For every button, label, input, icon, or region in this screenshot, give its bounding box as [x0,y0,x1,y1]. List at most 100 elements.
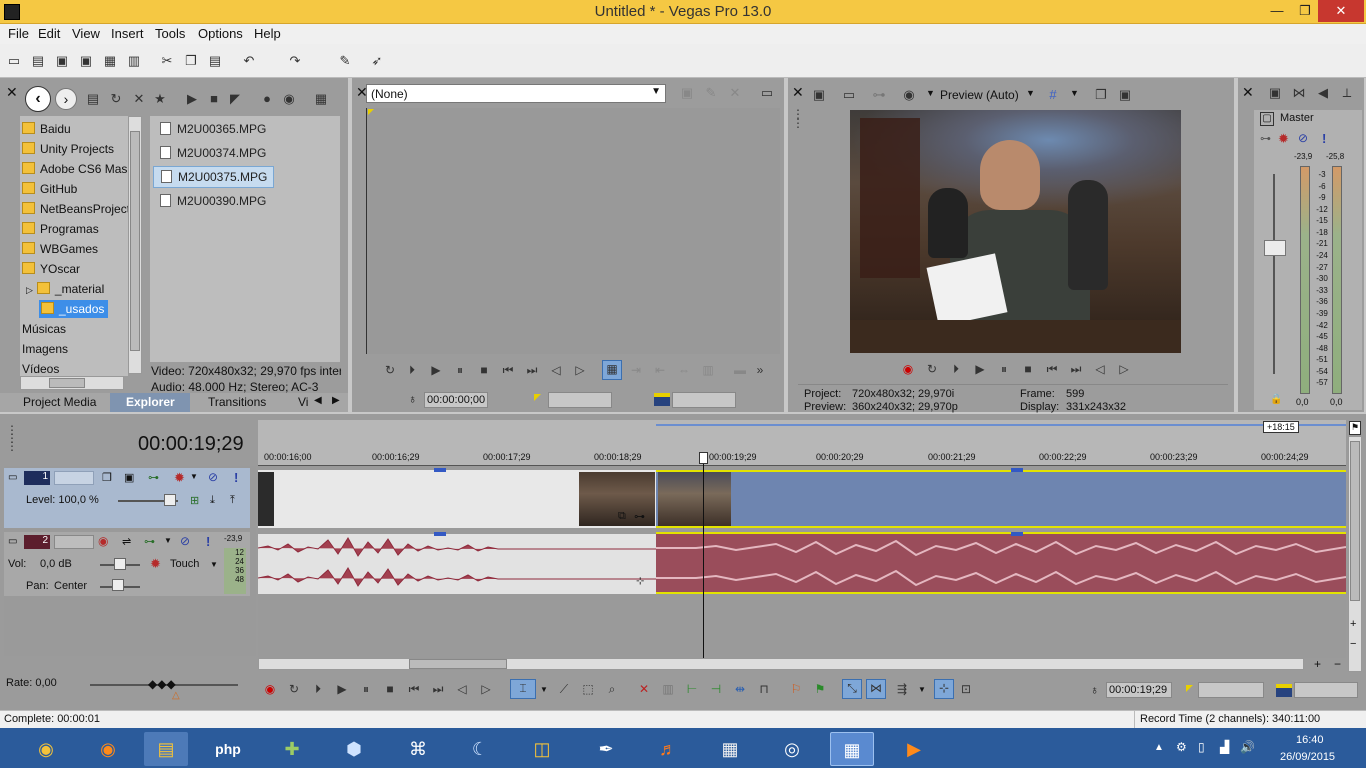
invert-phase-icon[interactable]: ⇌ [122,535,131,548]
previous-frame-icon[interactable]: ◁ [454,681,470,697]
event-envelope-icon[interactable]: ⊹ [636,576,644,587]
tray-volume-icon[interactable]: 🔊 [1240,740,1255,754]
minimize-button[interactable]: — [1262,0,1292,22]
mute-icon[interactable]: ⊘ [208,470,218,484]
folder-item[interactable]: Músicas [22,322,66,336]
make-compositing-child-icon[interactable]: ⤓ [210,494,215,507]
folder-item[interactable]: Vídeos [22,362,59,376]
folder-item[interactable]: WBGames [22,242,98,256]
chrome-taskbar-icon[interactable]: ◉ [24,732,68,766]
chevron-down-icon[interactable]: ▼ [926,88,935,98]
downmix-icon[interactable]: ⋈ [1290,84,1308,102]
folder-item-selected[interactable]: _usados [39,300,109,318]
preview-quality-select[interactable]: Preview (Auto) [940,88,1019,102]
app-taskbar-icon[interactable]: ◫ [520,732,564,766]
play-icon[interactable]: ▶ [183,90,201,108]
tab-scroll-right-icon[interactable]: ▶ [332,395,340,406]
fade-handle[interactable] [434,468,446,472]
preview-properties-icon[interactable]: ▣ [810,86,828,104]
trimmer-mode-icon[interactable]: ▦ [602,360,622,380]
go-to-end-icon[interactable]: ⏭ [1068,361,1084,377]
scrollbar-thumb[interactable] [1350,441,1360,601]
folder-item[interactable]: YOscar [22,262,80,276]
open-icon[interactable]: ▤ [29,52,47,70]
stop-icon[interactable]: ■ [382,681,398,697]
track-name-field[interactable] [54,535,94,549]
automation-mode[interactable]: Touch [170,558,199,570]
close-button[interactable]: ✕ [1318,0,1364,22]
play-from-start-icon[interactable]: ⏵ [404,362,420,378]
trimmer-clear-icon[interactable]: ✕ [726,84,744,102]
mute-icon[interactable]: ⊘ [1298,131,1308,145]
automation-gear-icon[interactable]: ✹ [150,556,161,572]
scrollbar-thumb[interactable] [130,131,140,351]
panel-close-icon[interactable]: ✕ [1242,84,1254,101]
get-media-icon[interactable]: ◉ [280,90,298,108]
copy-icon[interactable]: ❐ [182,52,200,70]
help-pointer-icon[interactable]: ➶ [368,52,386,70]
fade-handle[interactable] [434,532,446,536]
trimmer-settings-icon[interactable]: ▣ [678,84,696,102]
go-to-start-icon[interactable]: ⏮ [500,362,516,378]
insert-region-icon[interactable]: ⚑ [812,681,828,697]
fit-icon[interactable]: ⇔ [676,362,692,378]
calendar-taskbar-icon[interactable]: ▦ [708,732,752,766]
chevron-down-icon[interactable]: ▼ [1070,88,1079,98]
tab-explorer[interactable]: Explorer [126,395,175,409]
chevron-down-icon[interactable]: ▼ [918,685,926,694]
forward-button[interactable]: › [55,88,77,110]
edit-tool-icon[interactable]: ✎ [336,52,354,70]
video-fx-icon[interactable]: ⊶ [870,86,888,104]
save-as-icon[interactable]: ▣ [77,52,95,70]
loop-icon[interactable]: ↻ [286,681,302,697]
external-monitor-icon[interactable]: ▭ [840,86,858,104]
expand-arrow-icon[interactable]: ▷ [26,285,33,295]
auto-preview-icon[interactable]: ◤ [226,90,244,108]
tray-date[interactable]: 26/09/2015 [1280,751,1335,763]
folder-item[interactable]: Baidu [22,122,71,136]
tray-expand-icon[interactable]: ▲ [1154,742,1164,753]
tab-scroll-left-icon[interactable]: ◀ [314,395,322,406]
zoom-out-horizontal-icon[interactable]: − [1334,657,1341,671]
render-icon[interactable]: ▦ [101,52,119,70]
pause-icon[interactable]: ⏸ [358,681,374,697]
stop-icon[interactable]: ■ [476,362,492,378]
redo-icon[interactable]: ↷ [286,52,304,70]
tray-power-icon[interactable]: ▯ [1198,740,1205,754]
snapshot-icon[interactable]: ▬ [732,362,748,378]
zoom-in-vertical-icon[interactable]: + [1350,618,1356,630]
file-explorer-taskbar-icon[interactable]: ▤ [144,732,188,766]
fade-handle[interactable] [1011,468,1023,472]
track-motion-icon[interactable]: ❐ [102,471,112,484]
record-icon[interactable]: ◉ [900,361,916,377]
enable-snapping-icon[interactable]: ⊡ [958,681,974,697]
dim-output-icon[interactable]: ◀ [1314,84,1332,102]
menu-view[interactable]: View [72,26,100,41]
play-icon[interactable]: ▶ [972,361,988,377]
split-icon[interactable]: ⇹ [732,681,748,697]
zoom-tool-icon[interactable]: ⌕ [604,681,620,697]
trimmer-monitor-icon[interactable]: ▭ [758,84,776,102]
master-fx-gear-icon[interactable]: ✹ [1278,131,1289,147]
center-icon[interactable]: ▥ [700,362,716,378]
solo-icon[interactable]: ! [234,470,238,485]
arm-record-icon[interactable]: ◉ [98,534,108,548]
next-frame-icon[interactable]: ▷ [1116,361,1132,377]
auto-crossfades-icon[interactable]: ⋈ [866,679,886,699]
add-to-timeline-icon[interactable]: ⇥ [628,362,644,378]
undo-icon[interactable]: ↶ [240,52,258,70]
trimmer-select[interactable]: (None) ▼ [366,84,666,103]
copy-snapshot-icon[interactable]: ❐ [1092,86,1110,104]
tree-vertical-scrollbar[interactable] [128,116,142,374]
refresh-icon[interactable]: ↻ [107,90,125,108]
scrollbar-thumb[interactable] [409,659,507,669]
master-lock-icon[interactable]: 🔒 [1270,394,1282,405]
split-screen-icon[interactable]: ◉ [900,86,918,104]
menu-edit[interactable]: Edit [38,26,60,41]
previous-frame-icon[interactable]: ◁ [1092,361,1108,377]
android-studio-taskbar-icon[interactable]: ✚ [270,732,314,766]
chevron-down-icon[interactable]: ▼ [540,685,548,694]
go-to-start-icon[interactable]: ⏮ [406,681,422,697]
record-icon[interactable]: ◉ [262,681,278,697]
loop-icon[interactable]: ↻ [924,361,940,377]
